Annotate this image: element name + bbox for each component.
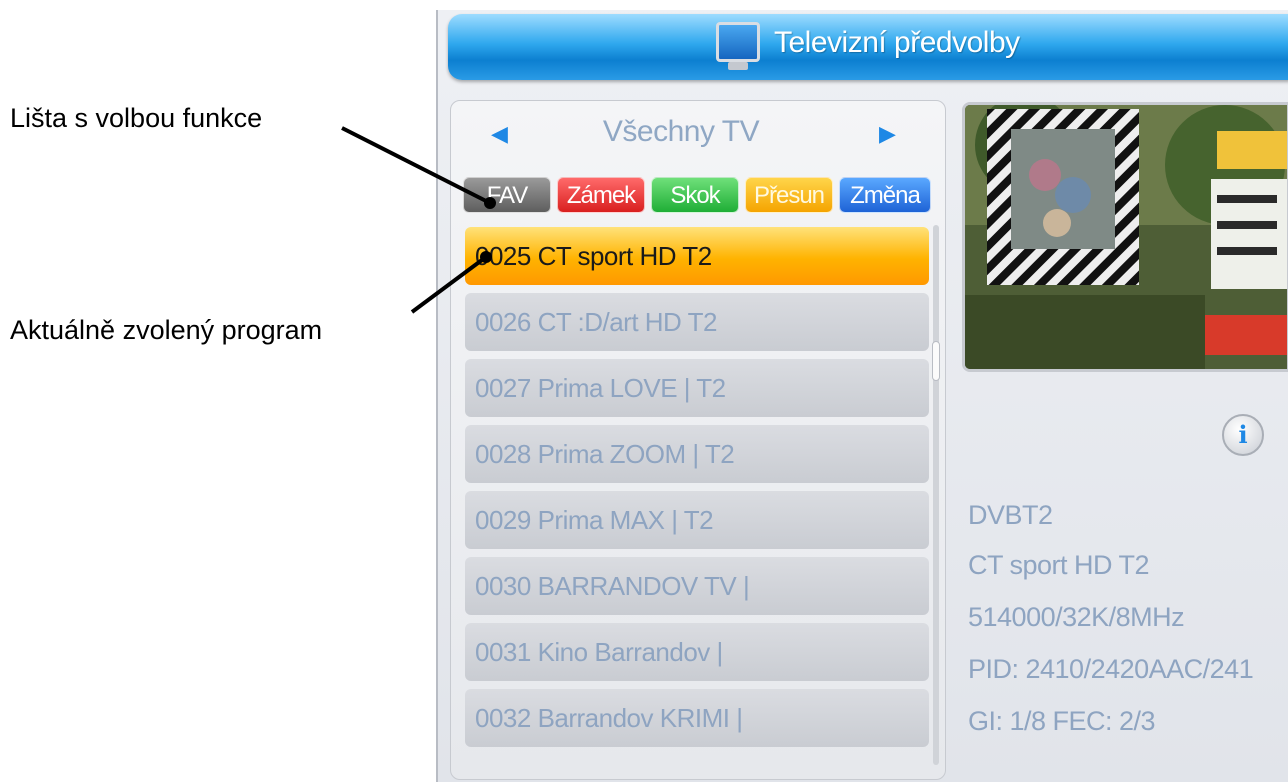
tv-icon bbox=[716, 22, 760, 62]
info-icon[interactable]: i bbox=[1222, 414, 1264, 456]
arrow-right-icon[interactable]: ▶ bbox=[879, 121, 896, 147]
move-button[interactable]: Přesun bbox=[745, 177, 833, 213]
fav-button[interactable]: FAV bbox=[463, 177, 551, 213]
annotation-function-bar: Lišta s volbou funkce bbox=[10, 103, 263, 133]
title-bar: Televizní předvolby bbox=[448, 14, 1288, 80]
channel-row[interactable]: 0029 Prima MAX | T2 bbox=[465, 491, 929, 549]
channel-row[interactable]: 0031 Kino Barrandov | bbox=[465, 623, 929, 681]
video-preview bbox=[962, 102, 1288, 372]
tv-screen: Televizní předvolby ◀ Všechny TV ▶ FAV Z… bbox=[436, 10, 1288, 782]
detail-gi-fec: GI: 1/8 FEC: 2/3 bbox=[968, 706, 1156, 736]
lock-button[interactable]: Zámek bbox=[557, 177, 645, 213]
channel-row[interactable]: 0032 Barrandov KRIMI | bbox=[465, 689, 929, 747]
channel-row[interactable]: 0027 Prima LOVE | T2 bbox=[465, 359, 929, 417]
edit-button[interactable]: Změna bbox=[839, 177, 931, 213]
detail-type: DVBT2 bbox=[968, 500, 1053, 530]
channel-row-selected[interactable]: 0025 CT sport HD T2 bbox=[465, 227, 929, 285]
scrollbar-thumb[interactable] bbox=[932, 341, 940, 381]
page-title: Televizní předvolby bbox=[774, 26, 1020, 59]
detail-channel-name: CT sport HD T2 bbox=[968, 550, 1150, 580]
channel-list-panel: ◀ Všechny TV ▶ FAV Zámek Skok Přesun Změ… bbox=[450, 100, 946, 780]
arrow-left-icon[interactable]: ◀ bbox=[491, 121, 508, 147]
detail-pid: PID: 2410/2420AAC/241 bbox=[968, 654, 1254, 684]
annotation-current-program: Aktuálně zvolený program bbox=[10, 315, 323, 345]
detail-frequency: 514000/32K/8MHz bbox=[968, 602, 1185, 632]
channel-group-name: Všechny TV bbox=[602, 115, 760, 148]
tv-icon-stand bbox=[728, 62, 748, 70]
channel-row[interactable]: 0030 BARRANDOV TV | bbox=[465, 557, 929, 615]
scrollbar-track[interactable] bbox=[933, 225, 939, 765]
video-preview-image bbox=[965, 105, 1287, 369]
channel-row[interactable]: 0026 CT :D/art HD T2 bbox=[465, 293, 929, 351]
skip-button[interactable]: Skok bbox=[651, 177, 739, 213]
channel-row[interactable]: 0028 Prima ZOOM | T2 bbox=[465, 425, 929, 483]
